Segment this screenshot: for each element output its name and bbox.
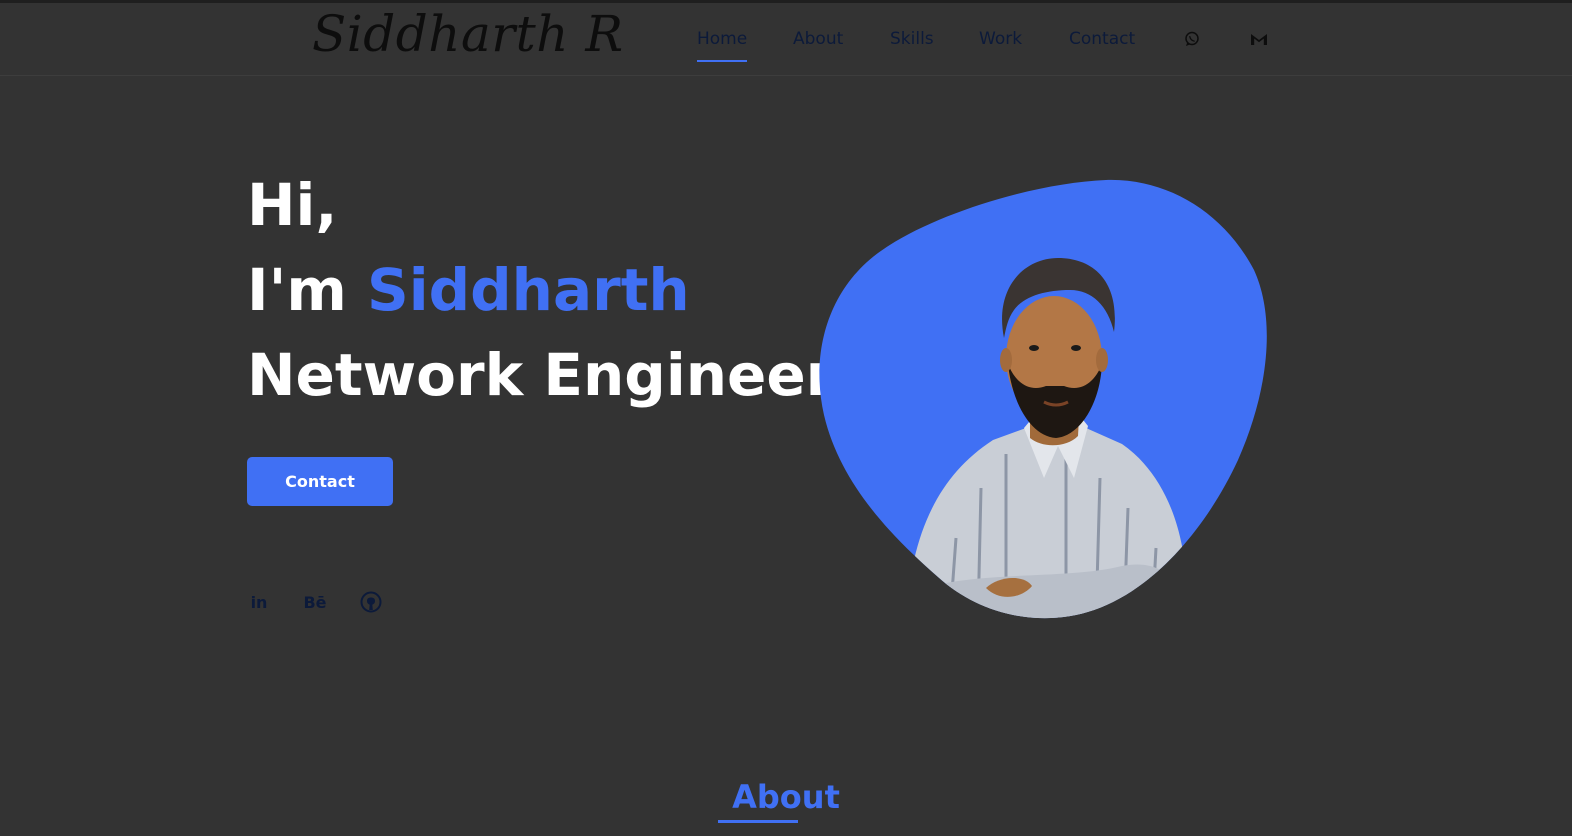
about-section-title: About [732, 778, 840, 816]
behance-icon[interactable]: Bē [303, 590, 327, 614]
nav-about[interactable]: About [793, 29, 843, 49]
whatsapp-icon[interactable] [1182, 29, 1202, 49]
gmail-icon[interactable] [1249, 29, 1269, 49]
hero-greeting: Hi, [247, 171, 338, 239]
hero-intro: I'm Siddharth [247, 261, 690, 319]
site-header: Siddharth R Home About Skills Work Conta… [0, 3, 1572, 76]
linkedin-icon[interactable]: in [247, 590, 271, 614]
about-title-underline [718, 820, 798, 823]
hero-intro-prefix: I'm [247, 256, 367, 324]
nav-contact[interactable]: Contact [1069, 29, 1135, 49]
site-logo[interactable]: Siddharth R [312, 5, 624, 63]
hero-name: Siddharth [366, 256, 690, 324]
nav-work[interactable]: Work [979, 29, 1022, 49]
contact-button[interactable]: Contact [247, 457, 393, 506]
profile-photo [818, 178, 1270, 620]
nav-skills[interactable]: Skills [890, 29, 934, 49]
hero-role: Network Engineer [247, 341, 835, 409]
github-icon[interactable] [359, 590, 383, 614]
nav-home[interactable]: Home [697, 29, 748, 62]
